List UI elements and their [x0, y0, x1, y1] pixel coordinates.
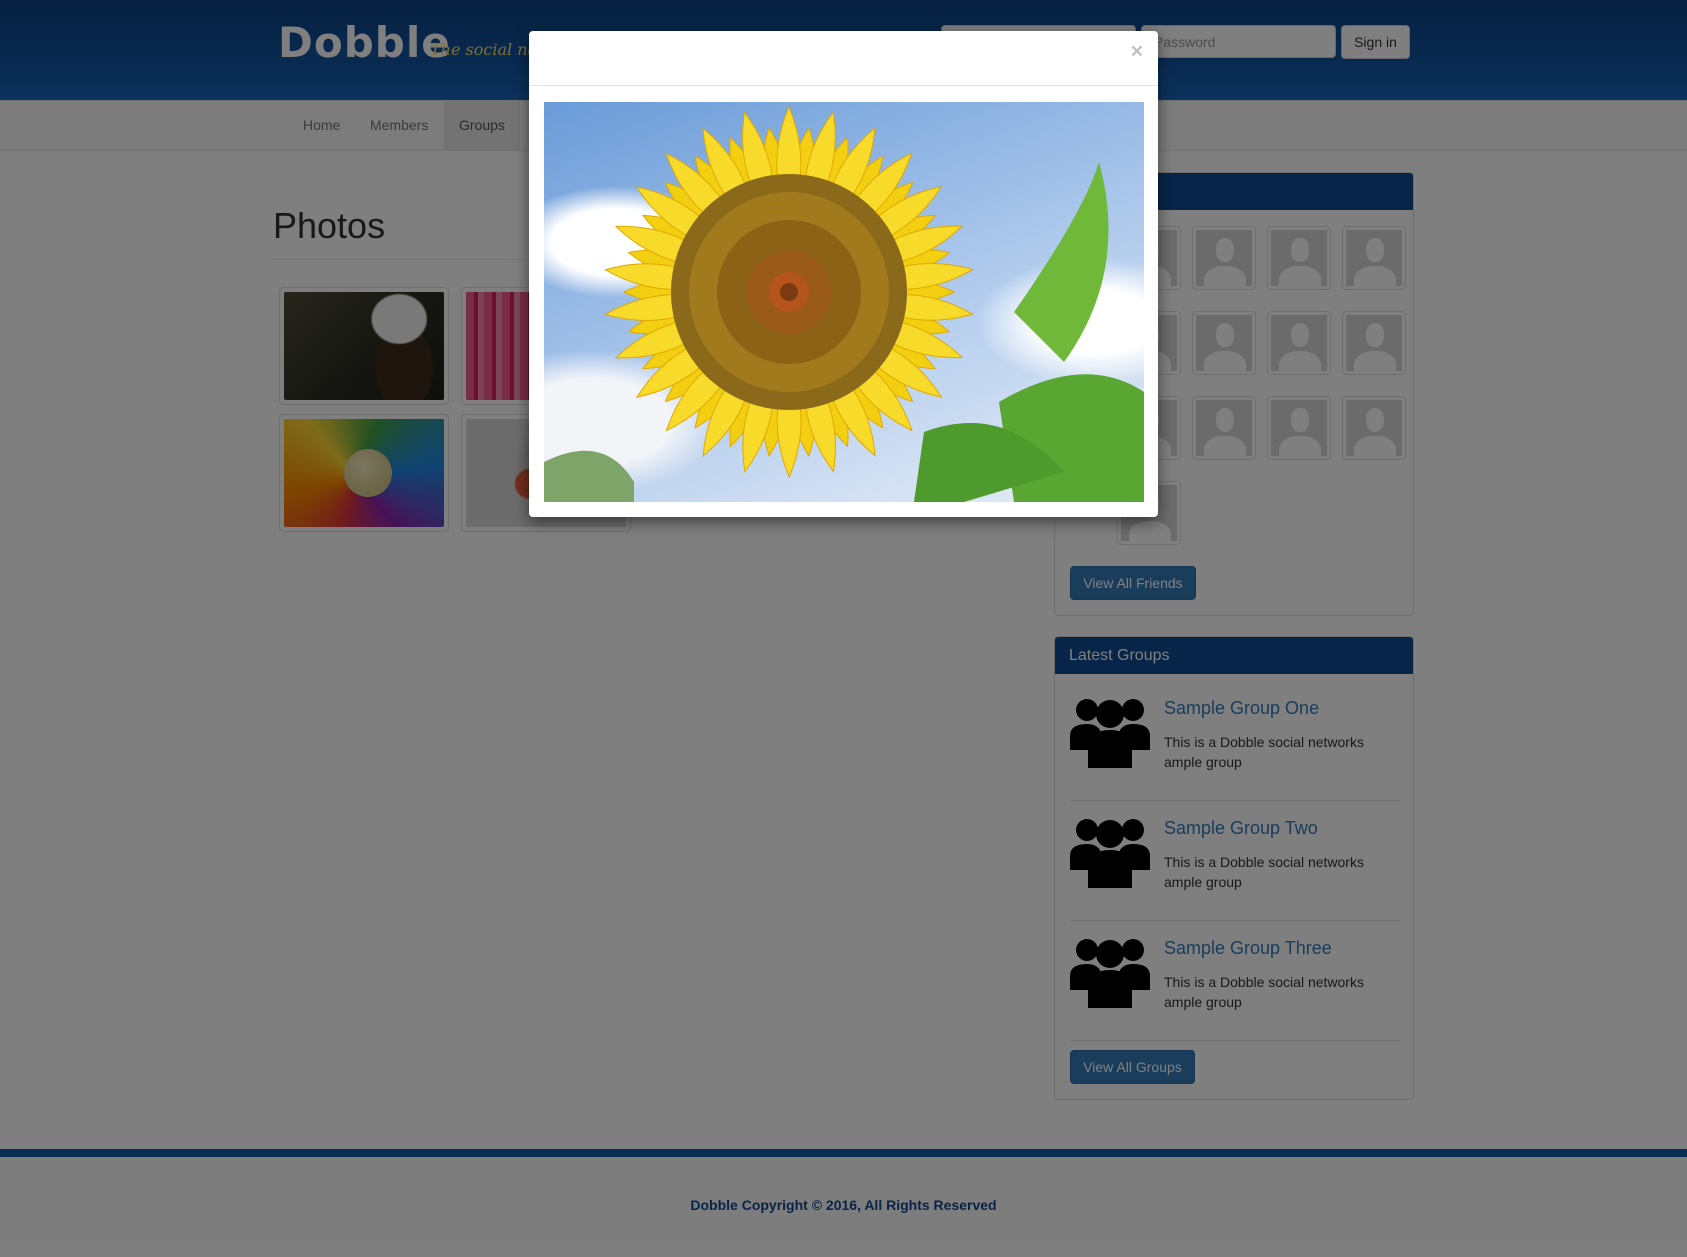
photo-modal: ×	[529, 31, 1158, 517]
sunflower-illustration	[544, 105, 1144, 502]
close-icon[interactable]: ×	[1131, 41, 1143, 62]
sunflower-photo	[544, 102, 1144, 502]
modal-header: ×	[529, 31, 1158, 86]
